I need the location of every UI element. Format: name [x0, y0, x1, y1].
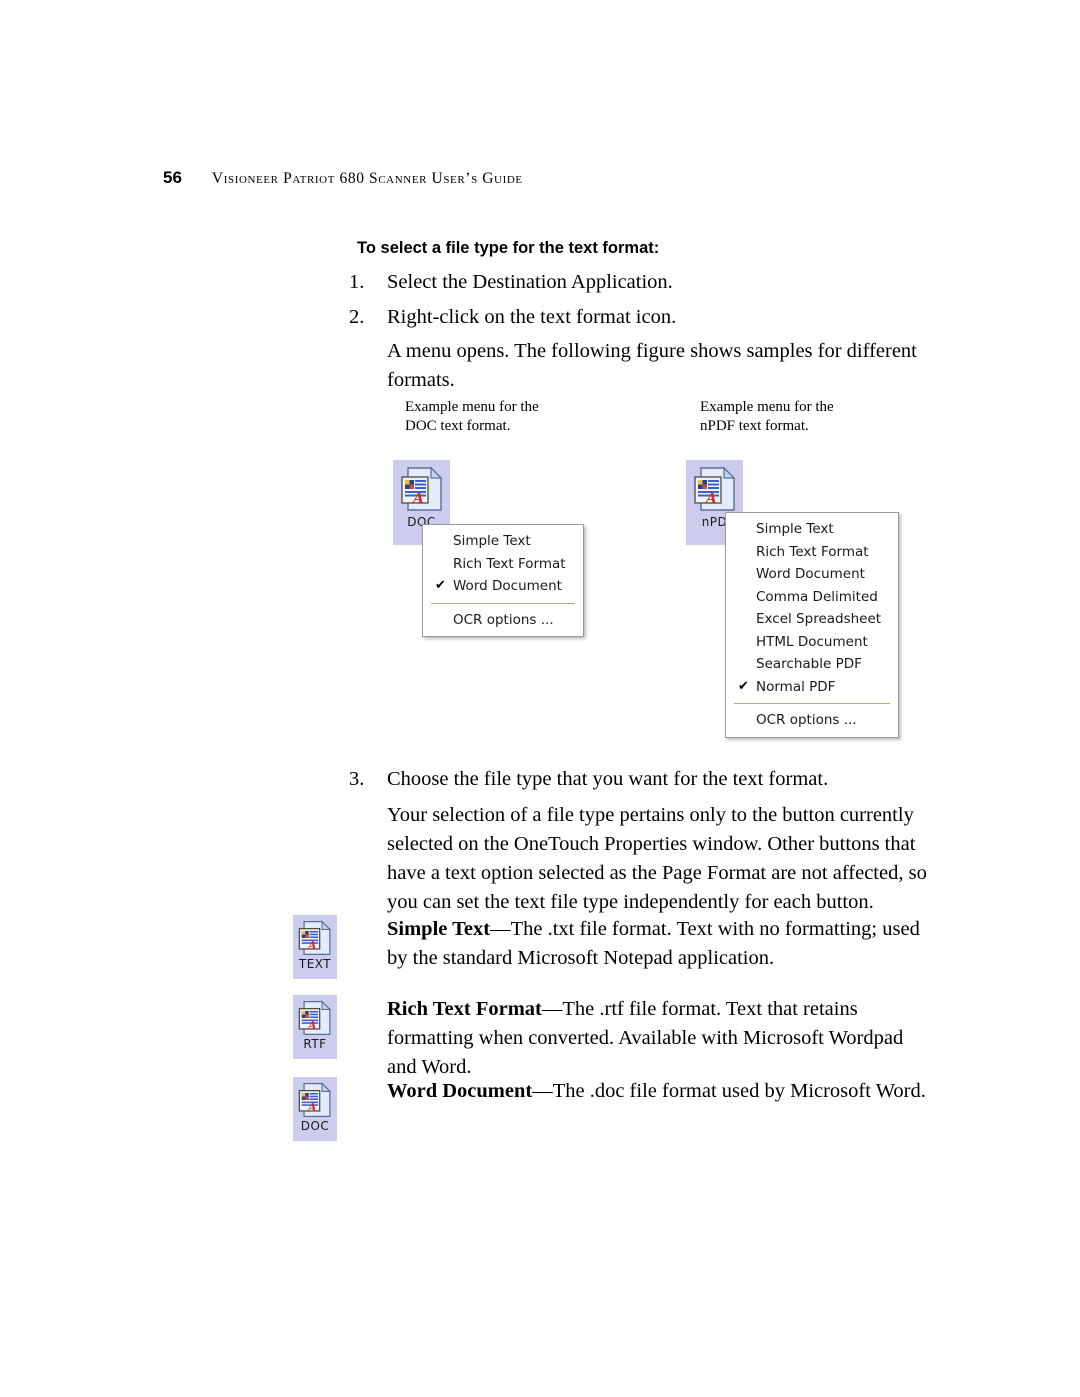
menu-item-ocr-options[interactable]: OCR options ... — [423, 609, 583, 632]
numbered-steps-continued: 3. Choose the file type that you want fo… — [349, 765, 929, 800]
doc-format-icon-tile-small: A DOC — [293, 1077, 337, 1141]
menu-separator — [431, 602, 575, 604]
menu-item-normal-pdf[interactable]: ✔ Normal PDF — [726, 676, 898, 699]
menu-item-rich-text-format[interactable]: Rich Text Format — [726, 541, 898, 564]
checkmark-icon: ✔ — [435, 578, 446, 593]
document-format-icon: A — [692, 465, 738, 513]
menu-item-label: Searchable PDF — [756, 656, 862, 672]
svg-text:A: A — [307, 1019, 317, 1032]
format-description-text: The .doc file format used by Microsoft W… — [552, 1080, 926, 1102]
menu-item-label: OCR options ... — [453, 611, 554, 628]
step3-explanation-paragraph: Your selection of a file type pertains o… — [387, 804, 927, 913]
format-name: Rich Text Format — [387, 998, 542, 1020]
menu-item-label: Word Document — [756, 566, 865, 582]
step-text: Choose the file type that you want for t… — [387, 768, 829, 790]
text-format-icon-tile: A TEXT — [293, 915, 337, 979]
tile-label: TEXT — [298, 957, 332, 971]
menu-item-label: Simple Text — [453, 533, 531, 549]
right-caption-line-1: Example menu for the — [700, 399, 834, 415]
menu-item-comma-delimited[interactable]: Comma Delimited — [726, 586, 898, 609]
format-description: Rich Text Format—The .rtf file format. T… — [387, 995, 933, 1082]
menu-item-label: HTML Document — [756, 633, 868, 650]
menu-item-searchable-pdf[interactable]: Searchable PDF — [726, 653, 898, 676]
step-text: Select the Destination Application. — [387, 271, 673, 293]
step-number: 2. — [349, 306, 365, 328]
checkmark-icon: ✔ — [738, 678, 749, 694]
menu-item-label: Rich Text Format — [453, 555, 566, 572]
left-caption-line-2: DOC text format. — [405, 418, 511, 434]
list-item: 2. Right-click on the text format icon. — [349, 303, 929, 332]
rtf-format-icon-tile: A RTF — [293, 995, 337, 1059]
menu-item-simple-text[interactable]: Simple Text — [726, 518, 898, 541]
document-format-icon: A — [399, 465, 445, 513]
menu-item-excel-spreadsheet[interactable]: Excel Spreadsheet — [726, 608, 898, 631]
right-caption-line-2: nPDF text format. — [700, 418, 809, 434]
document-format-icon: A — [297, 919, 333, 957]
menu-opens-paragraph: A menu opens. The following figure shows… — [387, 340, 917, 391]
menu-item-word-document[interactable]: Word Document — [726, 563, 898, 586]
format-dash: — — [532, 1080, 553, 1102]
svg-text:A: A — [704, 491, 717, 507]
menu-item-html-document[interactable]: HTML Document — [726, 631, 898, 654]
menu-item-label: Normal PDF — [756, 678, 836, 695]
svg-text:A: A — [411, 491, 424, 507]
menu-item-rich-text-format[interactable]: Rich Text Format — [423, 553, 583, 576]
format-dash: — — [490, 918, 511, 940]
menu-item-label: Rich Text Format — [756, 543, 869, 560]
format-description: Word Document—The .doc file format used … — [387, 1077, 933, 1106]
format-description: Simple Text—The .txt file format. Text w… — [387, 915, 933, 973]
npdf-text-format-context-menu[interactable]: Simple Text Rich Text Format Word Docume… — [725, 512, 899, 738]
menu-item-simple-text[interactable]: Simple Text — [423, 530, 583, 553]
menu-item-label: Comma Delimited — [756, 588, 878, 605]
svg-text:A: A — [307, 939, 317, 952]
page-number: 56 — [163, 168, 182, 187]
menu-item-ocr-options[interactable]: OCR options ... — [726, 709, 898, 732]
menu-item-label: Excel Spreadsheet — [756, 611, 882, 627]
menu-item-word-document[interactable]: ✔ Word Document — [423, 575, 583, 598]
format-dash: — — [541, 998, 563, 1020]
doc-text-format-context-menu[interactable]: Simple Text Rich Text Format ✔ Word Docu… — [422, 524, 584, 637]
format-row-word-document: A DOC Word Document—The .doc file format… — [293, 1077, 933, 1149]
guide-title: Visioneer Patriot 680 Scanner User’s Gui… — [211, 170, 523, 187]
format-row-simple-text: A TEXT Simple Text—The .txt file format.… — [293, 915, 933, 987]
left-figure-caption: Example menu for the DOC text format. — [405, 398, 539, 436]
menu-item-label: OCR options ... — [756, 712, 857, 728]
list-item: 3. Choose the file type that you want fo… — [349, 765, 929, 794]
tile-label: RTF — [303, 1037, 327, 1051]
step-number: 3. — [349, 768, 365, 790]
format-name: Simple Text — [387, 918, 491, 940]
menu-item-label: Simple Text — [756, 521, 834, 537]
right-figure-caption: Example menu for the nPDF text format. — [700, 398, 834, 436]
menu-item-label: Word Document — [453, 578, 562, 594]
format-name: Word Document — [387, 1080, 533, 1102]
step-text: Right-click on the text format icon. — [387, 306, 677, 328]
numbered-steps: 1. Select the Destination Application. 2… — [349, 268, 929, 338]
left-caption-line-1: Example menu for the — [405, 399, 539, 415]
tile-label: DOC — [300, 1119, 330, 1133]
document-format-icon: A — [297, 1081, 333, 1119]
list-item: 1. Select the Destination Application. — [349, 268, 929, 297]
page-running-header: 56 Visioneer Patriot 680 Scanner User’s … — [163, 168, 523, 188]
menu-separator — [734, 703, 890, 704]
document-format-icon: A — [297, 999, 333, 1037]
svg-text:A: A — [307, 1101, 317, 1114]
step-number: 1. — [349, 271, 365, 293]
tile-label: nPD — [701, 515, 728, 529]
section-heading: To select a file type for the text forma… — [357, 239, 660, 257]
